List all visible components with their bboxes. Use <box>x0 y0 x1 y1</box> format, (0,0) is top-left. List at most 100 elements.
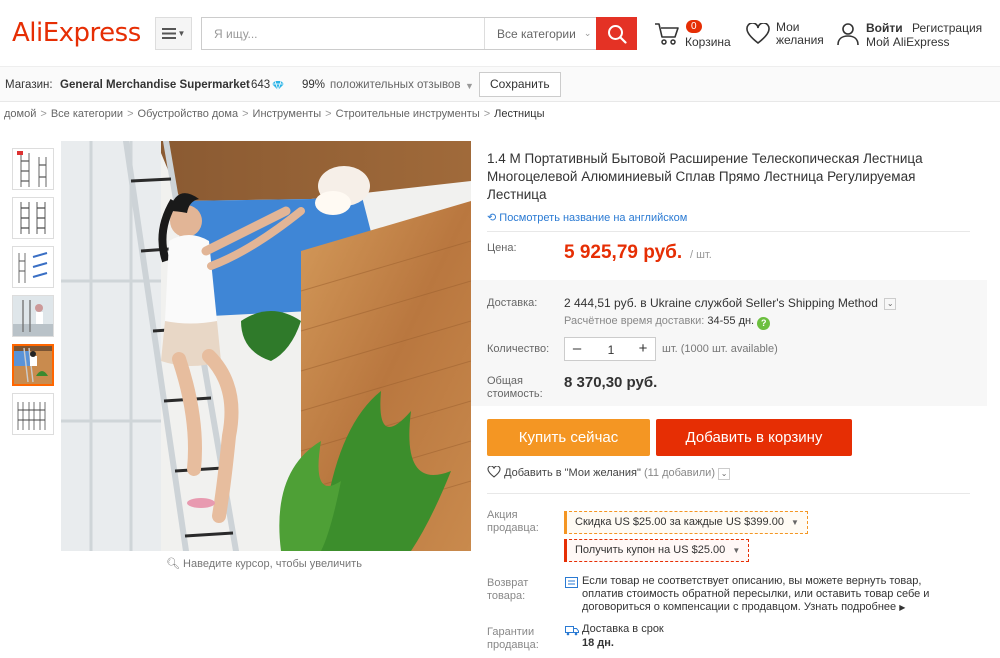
heart-icon <box>487 465 501 478</box>
add-to-wishlist[interactable]: Добавить в "Мои желания" (11 добавили) ⌄ <box>487 465 731 480</box>
buy-now-button[interactable]: Купить сейчас <box>487 419 650 456</box>
breadcrumb-item[interactable]: Инструменты <box>253 108 322 120</box>
guarantee-delivery: Доставка в срок <box>582 623 664 635</box>
store-score: 643 <box>251 79 271 91</box>
thumbnail-5-selected[interactable] <box>12 344 54 386</box>
quantity-decrease-button[interactable]: – <box>567 340 587 360</box>
cart-icon <box>655 23 679 45</box>
thumbnail-4[interactable] <box>12 295 54 337</box>
wishlist-link[interactable]: Мои желания <box>746 20 826 50</box>
chevron-down-icon: ▼ <box>177 29 186 38</box>
menu-button[interactable]: ▼ <box>155 17 192 50</box>
breadcrumb: домой > Все категории > Обустройство дома > Ин… <box>4 108 544 120</box>
thumbnail-6[interactable] <box>12 393 54 435</box>
ladder-thumbnail-image <box>13 296 53 336</box>
chevron-down-icon[interactable]: ⌄ <box>884 298 897 310</box>
breadcrumb-separator: > <box>242 108 249 120</box>
promo-discount-badge[interactable]: Скидка US $25.00 за каждые US $399.00 ▼ <box>564 511 808 534</box>
guarantee-label-line1: Гарантии <box>487 626 535 638</box>
wishlist-add-text: Добавить в "Мои желания" <box>504 467 641 479</box>
return-label-line1: Возврат <box>487 577 529 589</box>
shipping-value-text: 2 444,51 руб. в Ukraine службой Seller's… <box>564 296 878 310</box>
price-value: 5 925,79 руб. <box>564 242 683 263</box>
woman-on-telescopic-ladder-photo <box>61 141 471 551</box>
breadcrumb-item[interactable]: домой <box>4 108 36 120</box>
breadcrumb-current[interactable]: Лестницы <box>494 108 544 120</box>
promo-coupon-text: Получить купон на US $25.00 <box>575 544 726 556</box>
user-icon <box>837 23 859 46</box>
shipping-estimate-value: 34-55 дн. <box>707 315 755 327</box>
thumbnail-2[interactable] <box>12 197 54 239</box>
quantity-value[interactable]: 1 <box>589 343 633 357</box>
return-label: Возврат товара: <box>487 577 528 603</box>
cart-count-badge: 0 <box>686 20 702 33</box>
breadcrumb-item[interactable]: Все категории <box>51 108 123 120</box>
heart-icon <box>746 23 770 45</box>
promo-coupon-badge[interactable]: Получить купон на US $25.00 ▼ <box>564 539 750 562</box>
shipping-estimate: Расчётное время доставки: 34-55 дн. ? <box>564 315 771 330</box>
shipping-label: Доставка: <box>487 297 538 309</box>
breadcrumb-item[interactable]: Обустройство дома <box>138 108 239 120</box>
main-product-image[interactable] <box>61 141 471 551</box>
total-label-line1: Общая <box>487 375 523 387</box>
aliexpress-logo[interactable]: AliExpress <box>12 18 141 48</box>
shipping-value[interactable]: 2 444,51 руб. в Ukraine службой Seller's… <box>564 296 897 310</box>
promo-label-line2: продавца: <box>487 522 539 534</box>
promo-label-line1: Акция <box>487 509 518 521</box>
store-name[interactable]: General Merchandise Supermarket <box>60 79 250 91</box>
category-select-value: Все категории <box>497 26 576 41</box>
diamond-icon <box>272 80 284 91</box>
return-label-line2: товара: <box>487 590 526 602</box>
total-label: Общая стоимость: <box>487 375 543 401</box>
total-label-line2: стоимость: <box>487 388 543 400</box>
divider <box>487 493 970 494</box>
promo-label: Акция продавца: <box>487 509 539 535</box>
return-policy: Если товар не соответствует описанию, вы… <box>582 575 942 614</box>
breadcrumb-separator: > <box>40 108 47 120</box>
breadcrumb-separator: > <box>325 108 332 120</box>
help-icon[interactable]: ? <box>757 317 771 330</box>
search-bar: Все категории ⌄ <box>201 17 637 50</box>
quantity-increase-button[interactable]: + <box>633 340 653 360</box>
thumbnail-1[interactable] <box>12 148 54 190</box>
quantity-available: шт. (1000 шт. available) <box>662 343 778 355</box>
ladder-thumbnail-image <box>14 346 52 384</box>
guarantee-label-line2: продавца: <box>487 639 539 651</box>
thumbnail-3[interactable] <box>12 246 54 288</box>
breadcrumb-separator: > <box>127 108 134 120</box>
signin-link[interactable]: Войти <box>866 21 903 35</box>
breadcrumb-item[interactable]: Строительные инструменты <box>336 108 480 120</box>
truck-icon <box>565 626 579 636</box>
ladder-thumbnail-image <box>13 247 53 287</box>
chevron-down-icon[interactable]: ⌄ <box>718 468 731 480</box>
breadcrumb-separator: > <box>483 108 491 120</box>
guarantee-label: Гарантии продавца: <box>487 626 539 652</box>
my-aliexpress-link[interactable]: Мой AliExpress <box>866 35 950 49</box>
divider <box>487 231 970 232</box>
return-box-icon <box>565 577 578 588</box>
save-store-button[interactable]: Сохранить <box>479 72 561 97</box>
store-bar: Магазин: General Merchandise Supermarket… <box>0 66 1000 102</box>
cart-label: Корзина <box>685 35 731 49</box>
translate-link-text: Посмотреть название на английском <box>499 212 688 224</box>
feedback-label: положительных отзывов <box>330 79 461 91</box>
learn-more-link[interactable]: Узнать подробнее <box>804 601 896 613</box>
register-link[interactable]: Регистрация <box>912 21 982 35</box>
zoom-hint-text: Наведите курсор, чтобы увеличить <box>183 558 362 570</box>
chevron-right-icon: ▶ <box>899 603 906 612</box>
search-input[interactable] <box>202 18 484 49</box>
total-value: 8 370,30 руб. <box>564 374 658 391</box>
chevron-down-icon[interactable]: ▼ <box>465 81 474 91</box>
add-to-cart-button[interactable]: Добавить в корзину <box>656 419 852 456</box>
caret-down-icon: ▼ <box>791 518 799 527</box>
category-select[interactable]: Все категории ⌄ <box>484 18 598 49</box>
search-button[interactable] <box>596 17 637 50</box>
shipping-estimate-label: Расчётное время доставки: <box>564 315 705 327</box>
translate-title-link[interactable]: ⟲ Посмотреть название на английском <box>487 211 687 224</box>
header: AliExpress ▼ Все категории ⌄ 0 Корзина М… <box>0 0 1000 66</box>
caret-down-icon: ▼ <box>732 546 741 555</box>
cart-link[interactable]: 0 Корзина <box>654 20 734 50</box>
wishlist-label-line2: желания <box>776 33 824 47</box>
price-label: Цена: <box>487 242 517 254</box>
quantity-label: Количество: <box>487 343 550 355</box>
